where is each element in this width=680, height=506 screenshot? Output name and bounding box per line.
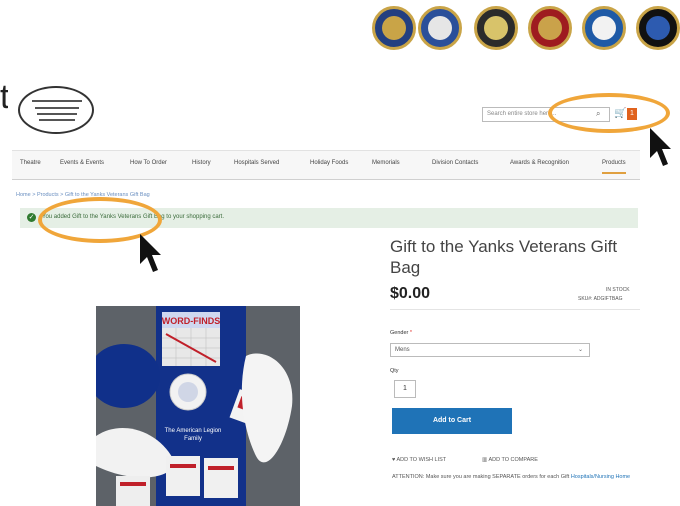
chevron-down-icon[interactable]: ⌄ <box>578 346 583 353</box>
nav-item-how-to-order[interactable]: How To Order <box>130 160 167 166</box>
coast-guard-seal-icon <box>582 6 626 50</box>
product-title: Gift to the Yanks Veterans Gift Bag <box>390 237 618 277</box>
heart-icon: ♥ <box>392 457 396 463</box>
army-seal-icon <box>474 6 518 50</box>
add-to-compare-link[interactable]: ▥ ADD TO COMPARE <box>482 457 538 463</box>
checkmark-icon: ✓ <box>27 213 36 222</box>
gift-bag-photo: WORD-FINDS The American Legion Family <box>96 306 300 506</box>
product-sku: SKU#: ADGIFTBAG <box>578 296 623 302</box>
main-navigation: Theatre Events & Events How To Order His… <box>12 150 640 180</box>
nav-item-awards[interactable]: Awards & Recognition <box>510 160 569 166</box>
gender-select[interactable]: Mens <box>390 343 590 357</box>
gender-option-label: Gender * <box>390 330 413 336</box>
nav-item-history[interactable]: History <box>192 160 211 166</box>
hospitals-link[interactable]: Hospitals/Nursing Home <box>571 474 630 480</box>
nav-item-division-contacts[interactable]: Division Contacts <box>432 160 478 166</box>
add-to-wishlist-link[interactable]: ♥ ADD TO WISH LIST <box>392 457 446 463</box>
svg-text:WORD-FINDS: WORD-FINDS <box>162 316 221 326</box>
cursor-arrow-icon <box>650 128 671 166</box>
svg-text:Family: Family <box>184 436 202 442</box>
svg-text:The American Legion: The American Legion <box>165 428 222 434</box>
qty-input[interactable]: 1 <box>394 380 416 398</box>
space-force-seal-icon <box>636 6 680 50</box>
attention-note: ATTENTION: Make sure you are making SEPA… <box>392 474 631 480</box>
product-price: $0.00 <box>390 285 431 302</box>
navy-seal-icon <box>372 6 416 50</box>
marine-corps-seal-icon <box>528 6 572 50</box>
nav-item-holiday-foods[interactable]: Holiday Foods <box>310 160 348 166</box>
add-to-cart-button[interactable]: Add to Cart <box>392 408 512 434</box>
nav-item-events[interactable]: Events & Events <box>60 160 104 166</box>
nav-item-memorials[interactable]: Memorials <box>372 160 400 166</box>
product-image[interactable]: WORD-FINDS The American Legion Family <box>96 306 300 506</box>
air-force-seal-icon <box>418 6 462 50</box>
nav-item-hospitals-served[interactable]: Hospitals Served <box>234 160 279 166</box>
stock-status: IN STOCK <box>606 287 630 293</box>
divider <box>390 309 640 310</box>
nav-item-products[interactable]: Products <box>602 160 626 174</box>
cropped-text-fragment: t <box>0 80 8 114</box>
qty-label: Qty <box>390 368 399 374</box>
compare-icon: ▥ <box>482 457 488 463</box>
nav-item-theatre[interactable]: Theatre <box>20 160 41 166</box>
american-legion-logo[interactable] <box>18 86 94 134</box>
cursor-arrow-icon <box>140 234 161 272</box>
